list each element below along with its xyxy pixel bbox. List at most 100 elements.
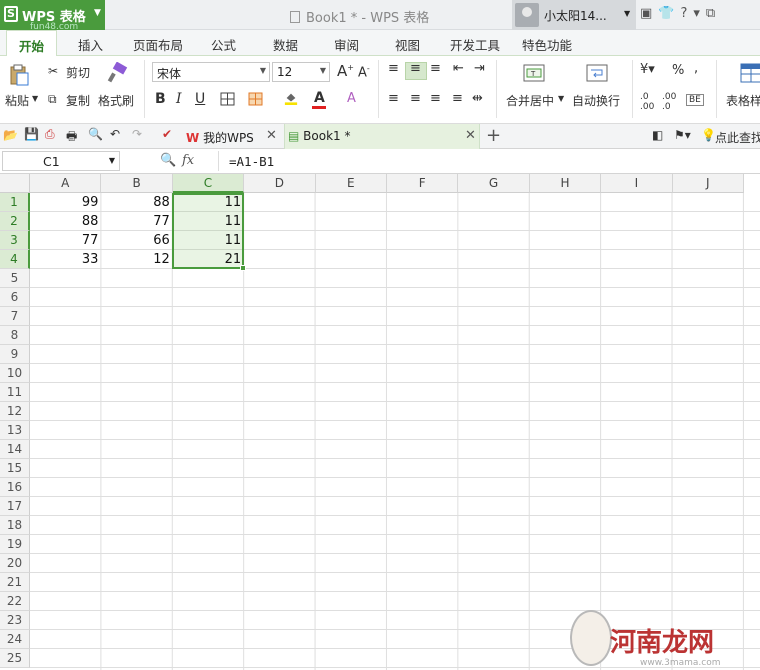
cell-a4[interactable]: 33: [30, 250, 101, 269]
table-style-button[interactable]: 表格样: [726, 92, 760, 109]
user-account[interactable]: 小太阳14... ▼: [512, 0, 636, 30]
select-all-corner[interactable]: [0, 174, 30, 193]
column-header-f[interactable]: F: [387, 174, 459, 193]
cell-a3[interactable]: 77: [30, 231, 101, 250]
number-format-icon[interactable]: BE: [686, 94, 704, 106]
percent-button[interactable]: %: [672, 63, 684, 78]
row-header-21[interactable]: 21: [0, 573, 30, 592]
align-center-icon[interactable]: ≡: [410, 91, 421, 106]
tab-list-icon[interactable]: ◧: [652, 128, 663, 142]
undo-icon[interactable]: ↶: [110, 127, 123, 141]
merge-cells-icon[interactable]: T: [523, 62, 545, 84]
align-right-icon[interactable]: ≡: [430, 91, 441, 106]
open-folder-icon[interactable]: 📂: [3, 128, 18, 142]
increase-decimal-icon[interactable]: .0.00: [640, 92, 654, 112]
cell-a2[interactable]: 88: [30, 212, 101, 231]
flag-icon[interactable]: ⚑▾: [674, 128, 691, 142]
row-header-13[interactable]: 13: [0, 421, 30, 440]
tab-home[interactable]: 开始: [6, 30, 58, 57]
fill-pattern-icon[interactable]: [248, 92, 264, 106]
skin-icon[interactable]: ▣: [640, 6, 658, 21]
wps-menu-button[interactable]: S WPS 表格 ▼ fun48.com: [0, 0, 105, 32]
row-header-15[interactable]: 15: [0, 459, 30, 478]
wrap-text-button[interactable]: 自动换行: [572, 92, 620, 109]
row-header-16[interactable]: 16: [0, 478, 30, 497]
clear-format-icon[interactable]: A: [347, 91, 356, 106]
row-header-22[interactable]: 22: [0, 592, 30, 611]
cell-a1[interactable]: 99: [30, 193, 101, 212]
copy-button[interactable]: 复制: [66, 92, 90, 109]
close-icon[interactable]: ✕: [266, 128, 277, 143]
row-header-1[interactable]: 1: [0, 193, 30, 212]
tab-special-features[interactable]: 特色功能: [522, 35, 572, 54]
zoom-icon[interactable]: 🔍: [160, 153, 176, 168]
cell-c4[interactable]: 21: [173, 250, 244, 269]
increase-font-icon[interactable]: A+: [337, 62, 354, 80]
wrap-text-icon[interactable]: [586, 62, 608, 84]
tab-insert[interactable]: 插入: [78, 35, 103, 54]
column-header-e[interactable]: E: [315, 174, 387, 193]
decrease-indent-icon[interactable]: ⇤: [453, 61, 464, 76]
column-header-b[interactable]: B: [101, 174, 173, 193]
increase-indent-icon[interactable]: ⇥: [474, 61, 485, 76]
paste-icon[interactable]: [8, 64, 30, 86]
insert-function-button[interactable]: fx: [182, 153, 194, 168]
column-header-h[interactable]: H: [529, 174, 602, 193]
row-header-3[interactable]: 3: [0, 231, 30, 250]
row-header-5[interactable]: 5: [0, 269, 30, 288]
close-icon[interactable]: ✕: [465, 128, 476, 143]
column-header-g[interactable]: G: [458, 174, 530, 193]
redo-icon[interactable]: ↷: [132, 127, 145, 141]
row-header-12[interactable]: 12: [0, 402, 30, 421]
decrease-font-icon[interactable]: A-: [358, 64, 370, 80]
search-hint[interactable]: 点此查找: [715, 129, 760, 146]
table-style-icon[interactable]: [740, 62, 760, 84]
underline-button[interactable]: U: [195, 91, 205, 107]
cell-c1[interactable]: 11: [173, 193, 244, 212]
borders-icon[interactable]: [220, 92, 236, 106]
bold-button[interactable]: B: [155, 91, 166, 107]
cell-b2[interactable]: 77: [101, 212, 172, 231]
row-header-17[interactable]: 17: [0, 497, 30, 516]
font-size-select[interactable]: 12 ▼: [272, 62, 330, 82]
paste-button[interactable]: 粘贴: [5, 92, 29, 109]
print-icon[interactable]: 🖶: [66, 127, 79, 143]
tab-my-wps[interactable]: W 我的WPS ✕: [182, 124, 280, 149]
restore-icon[interactable]: ⧉: [706, 6, 721, 21]
row-header-9[interactable]: 9: [0, 345, 30, 364]
name-box[interactable]: C1 ▼: [2, 151, 120, 171]
tab-view[interactable]: 视图: [395, 35, 420, 54]
cut-button[interactable]: 剪切: [66, 64, 90, 81]
column-header-d[interactable]: D: [244, 174, 316, 193]
tab-developer[interactable]: 开发工具: [450, 35, 500, 54]
cell-c3[interactable]: 11: [173, 231, 244, 250]
row-header-7[interactable]: 7: [0, 307, 30, 326]
currency-icon[interactable]: ¥▾: [640, 62, 655, 77]
column-header-c[interactable]: C: [172, 174, 245, 193]
row-header-8[interactable]: 8: [0, 326, 30, 345]
column-header-a[interactable]: A: [30, 174, 102, 193]
cell-b1[interactable]: 88: [101, 193, 172, 212]
row-header-14[interactable]: 14: [0, 440, 30, 459]
cell-c2[interactable]: 11: [173, 212, 244, 231]
print-preview-icon[interactable]: 🔍: [88, 127, 103, 141]
font-name-select[interactable]: 宋体 ▼: [152, 62, 270, 82]
align-top-icon[interactable]: ≡: [388, 61, 399, 76]
help-icon[interactable]: ?: [680, 6, 693, 21]
italic-button[interactable]: I: [176, 91, 182, 107]
row-header-6[interactable]: 6: [0, 288, 30, 307]
row-header-11[interactable]: 11: [0, 383, 30, 402]
scissors-icon[interactable]: ✂: [48, 64, 58, 78]
thousands-separator-icon[interactable]: ,: [694, 61, 698, 76]
font-color-icon[interactable]: A: [314, 90, 325, 106]
copy-icon[interactable]: ⧉: [48, 92, 57, 107]
shirt-icon[interactable]: 👕: [658, 6, 680, 21]
row-header-23[interactable]: 23: [0, 611, 30, 630]
row-header-25[interactable]: 25: [0, 649, 30, 668]
tab-formulas[interactable]: 公式: [211, 35, 236, 54]
column-header-j[interactable]: J: [672, 174, 744, 193]
row-header-4[interactable]: 4: [0, 250, 30, 269]
distribute-icon[interactable]: ⇹: [472, 91, 483, 106]
row-header-20[interactable]: 20: [0, 554, 30, 573]
export-pdf-icon[interactable]: ⎙: [45, 127, 58, 141]
